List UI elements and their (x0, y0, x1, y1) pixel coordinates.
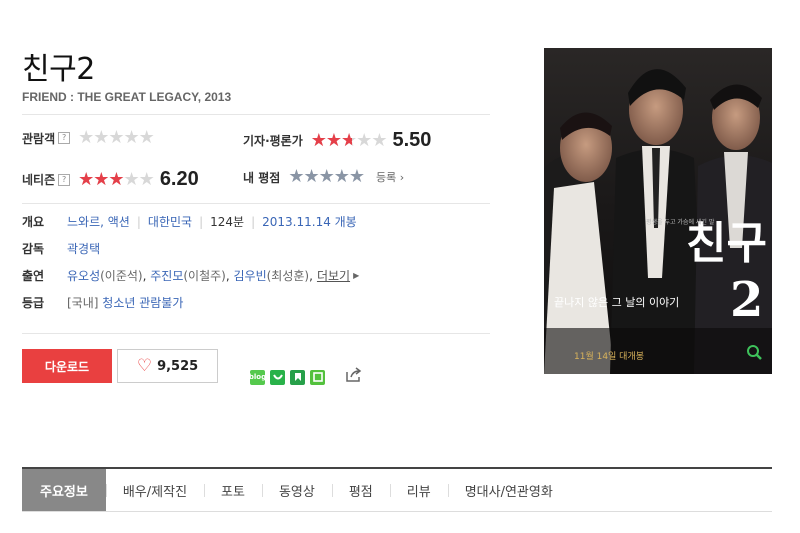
bookmark-icon[interactable] (290, 369, 305, 385)
critic-stars: ★★★★★★★★★★ (310, 129, 388, 151)
genre-link[interactable]: 액션 (108, 213, 130, 230)
like-button[interactable]: ♡ 9,525 (117, 349, 218, 383)
share-icon[interactable] (345, 367, 363, 387)
poster-date: 11월 14일 대개봉 (574, 350, 644, 362)
director-link[interactable]: 곽경택 (67, 240, 100, 257)
cast-label: 출연 (22, 269, 45, 283)
critic-label: 기자·평론가 (243, 134, 303, 148)
memo-icon[interactable] (310, 369, 325, 385)
divider (22, 333, 490, 334)
audience-rating: 관람객 ? ★★★★★★★★★★ (22, 127, 155, 148)
tab-video[interactable]: 동영상 (261, 469, 332, 511)
role-name: (이철주) (183, 269, 226, 283)
netizen-label: 네티즌 (22, 173, 56, 187)
register-link[interactable]: 등록 › (376, 169, 404, 185)
my-rating-label: 내 평점 (243, 170, 281, 185)
tab-reviews[interactable]: 리뷰 (389, 469, 448, 511)
more-cast-link[interactable]: 더보기 (317, 267, 350, 284)
release-date-link[interactable]: 2013.11.14 개봉 (262, 213, 357, 230)
overview-label: 개요 (22, 215, 45, 229)
divider (22, 114, 490, 115)
divider (22, 203, 490, 204)
actor-link[interactable]: 유오성 (67, 267, 100, 284)
heart-icon: ♡ (136, 355, 153, 376)
share-icons: blog (249, 367, 363, 387)
director-label: 감독 (22, 242, 45, 256)
critic-score: 5.50 (392, 129, 432, 151)
poster-number: 2 (730, 272, 763, 328)
poster-top-text: 평생을 두고 가슴에 새긴 말 (646, 218, 715, 226)
runtime: 124분 (210, 215, 245, 229)
tab-ratings[interactable]: 평점 (331, 469, 390, 511)
poster-tagline: 끝나지 않은 그 날의 이야기 (554, 296, 679, 309)
audience-stars: ★★★★★★★★★★ (78, 127, 155, 148)
critic-rating: 기자·평론가 ★★★★★★★★★★ 5.50 (243, 129, 431, 152)
help-icon[interactable]: ? (58, 132, 71, 144)
movie-title: 친구2 (22, 52, 95, 87)
movie-subtitle: FRIEND : THE GREAT LEGACY, 2013 (22, 90, 232, 104)
like-count: 9,525 (157, 358, 199, 374)
tabs-bottom-border (22, 511, 772, 512)
my-rating-stars[interactable]: ★★★★★★★★★★ (288, 168, 365, 186)
country-link[interactable]: 대한민국 (148, 213, 192, 230)
caret-right-icon: ▶ (353, 271, 360, 280)
actor-link[interactable]: 김우빈 (234, 267, 267, 284)
netizen-stars: ★★★★★★★★★★ (78, 168, 155, 190)
netizen-score: 6.20 (159, 168, 199, 190)
tab-cast-crew[interactable]: 배우/제작진 (105, 469, 204, 511)
genre-link[interactable]: 느와르 (67, 213, 100, 230)
cafe-icon[interactable] (270, 369, 285, 385)
grade-region: [국내] (67, 296, 99, 310)
blog-icon[interactable]: blog (249, 369, 266, 385)
director-row: 감독 곽경택 (22, 240, 100, 257)
tab-photo[interactable]: 포토 (204, 469, 262, 511)
netizen-rating: 네티즌 ? ★★★★★★★★★★ 6.20 (22, 168, 199, 191)
download-button[interactable]: 다운로드 (22, 349, 112, 383)
my-rating: 내 평점 ★★★★★★★★★★ 등록 › (243, 168, 404, 186)
tab-quotes-related[interactable]: 명대사/연관영화 (447, 469, 570, 511)
rating-grade-row: 등급 [국내] 청소년 관람불가 (22, 294, 183, 311)
overview-row: 개요 느와르 , 액션 | 대한민국 | 124분 | 2013.11.14 개… (22, 213, 357, 230)
tab-main-info[interactable]: 주요정보 (22, 469, 106, 511)
movie-poster[interactable]: 친구 2 끝나지 않은 그 날의 이야기 평생을 두고 가슴에 새긴 말 11월… (544, 48, 772, 374)
role-name: (이준석) (100, 269, 143, 283)
chevron-right-icon: › (399, 171, 405, 184)
help-icon[interactable]: ? (58, 173, 71, 186)
tab-bar: 주요정보 배우/제작진 포토 동영상 평점 리뷰 명대사/연관영화 (22, 469, 772, 511)
role-name: (최성훈) (266, 269, 310, 283)
grade-link[interactable]: 청소년 관람불가 (102, 294, 183, 311)
grade-label: 등급 (22, 296, 45, 310)
actor-link[interactable]: 주진모 (150, 267, 183, 284)
cast-row: 출연 유오성 (이준석), 주진모 (이철주), 김우빈 (최성훈), 더보기 ▶ (22, 267, 360, 284)
audience-label: 관람객 (22, 131, 56, 146)
